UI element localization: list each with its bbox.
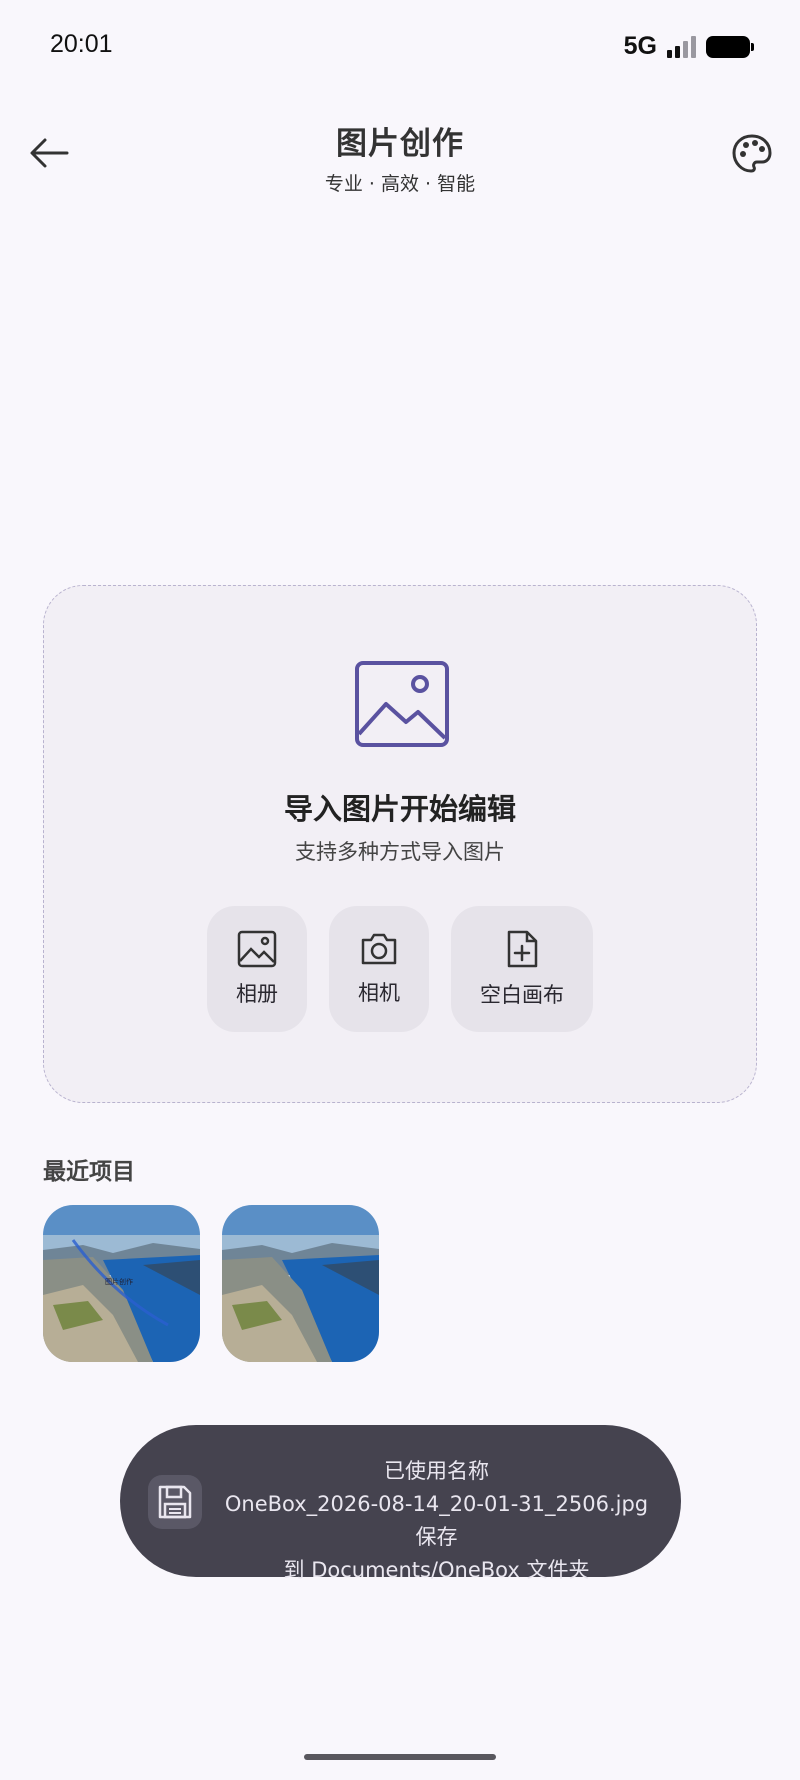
recent-project-thumbnail[interactable]: 图片创作 (43, 1205, 200, 1362)
import-subtitle: 支持多种方式导入图片 (295, 840, 505, 864)
recent-project-thumbnail[interactable] (222, 1205, 379, 1362)
gallery-icon (237, 930, 277, 968)
palette-icon (732, 134, 772, 173)
blank-canvas-label: 空白画布 (480, 983, 564, 1007)
page-subtitle: 专业 · 高效 · 智能 (324, 173, 476, 195)
new-file-icon (507, 930, 538, 968)
network-type: 5G (623, 32, 657, 60)
gallery-label: 相册 (236, 982, 278, 1006)
recent-projects-title: 最近项目 (43, 1159, 135, 1185)
status-indicators: 5G (623, 32, 754, 61)
home-indicator[interactable] (304, 1754, 496, 1760)
app-bar: 图片创作 专业 · 高效 · 智能 (0, 100, 800, 210)
title-group: 图片创作 专业 · 高效 · 智能 (0, 118, 800, 196)
camera-button[interactable]: 相机 (329, 906, 429, 1032)
toast-line-1: 已使用名称 (384, 1459, 489, 1483)
save-icon (158, 1485, 192, 1519)
status-bar: 20:01 5G (0, 0, 800, 92)
recent-projects-list: 图片创作 (43, 1205, 379, 1362)
toast-message: 已使用名称 OneBox_2026-08-14_20-01-31_2506.jp… (220, 1455, 653, 1587)
camera-label: 相机 (358, 981, 400, 1005)
image-icon (355, 661, 449, 747)
signal-icon (667, 35, 696, 58)
thumbnail-watermark: 图片创作 (105, 1278, 133, 1286)
toast-line-3: 到 Documents/OneBox 文件夹 (283, 1558, 590, 1582)
import-source-row: 相册 相机 空白画布 (207, 906, 593, 1032)
fjord-image (222, 1205, 379, 1362)
status-time: 20:01 (50, 30, 113, 58)
import-title: 导入图片开始编辑 (283, 792, 516, 826)
battery-icon (706, 35, 754, 58)
theme-button[interactable] (726, 128, 778, 180)
blank-canvas-button[interactable]: 空白画布 (451, 906, 593, 1032)
save-toast: 已使用名称 OneBox_2026-08-14_20-01-31_2506.jp… (120, 1425, 681, 1582)
camera-icon (361, 933, 397, 965)
toast-line-2: OneBox_2026-08-14_20-01-31_2506.jpg 保存 (224, 1492, 649, 1549)
page-title: 图片创作 (336, 126, 464, 162)
import-card[interactable]: 导入图片开始编辑 支持多种方式导入图片 相册 相机 空白画布 (43, 585, 757, 1103)
gallery-button[interactable]: 相册 (207, 906, 307, 1032)
save-icon-badge (148, 1475, 202, 1529)
